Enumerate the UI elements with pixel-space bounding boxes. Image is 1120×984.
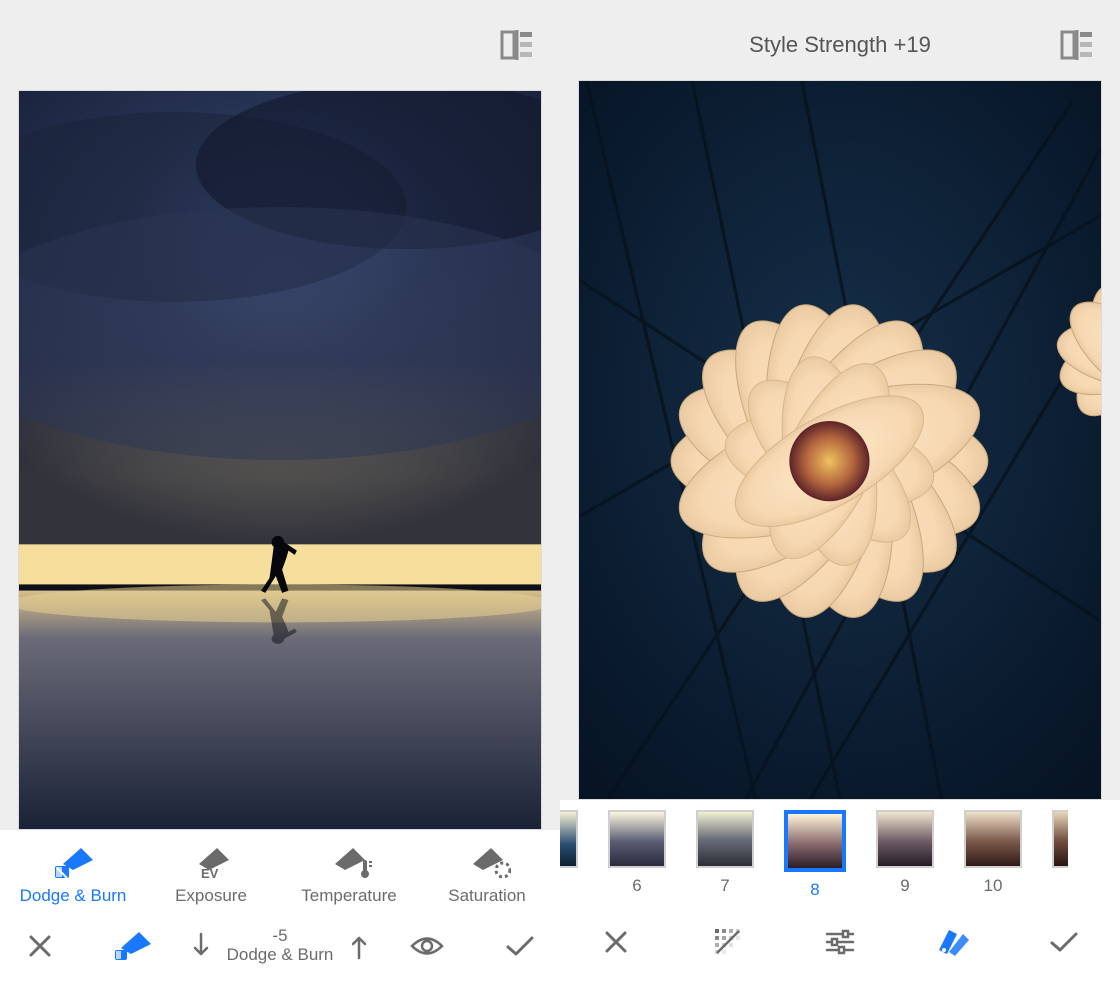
cancel-button[interactable] [580,914,652,970]
tool-label: Temperature [301,886,396,906]
style-thumb-label: 6 [632,876,641,896]
swatches-icon [935,928,969,956]
grid-fade-icon [713,927,743,957]
right-photo[interactable] [578,80,1102,800]
styles-button[interactable] [916,914,988,970]
apply-button[interactable] [484,918,556,974]
compare-icon[interactable] [500,30,534,60]
left-screen: Dodge & Burn EV Exposure [0,0,560,984]
check-icon [505,934,535,958]
brush-exposure-icon: EV [189,842,233,880]
tool-label: Dodge & Burn [20,886,127,906]
brush-temperature-icon [325,842,373,880]
right-topbar: Style Strength +19 [560,0,1120,90]
brush-tools-row: Dodge & Burn EV Exposure [0,830,560,914]
cancel-button[interactable] [4,918,76,974]
right-canvas-area [560,0,1120,800]
left-canvas-area [0,0,560,830]
style-thumb-8[interactable] [784,810,846,872]
style-thumb-label: 10 [984,876,1003,896]
parameter-label: Style Strength [749,32,887,57]
tool-dodge-burn[interactable]: Dodge & Burn [8,842,138,906]
sliders-icon [825,929,855,955]
style-thumb-partial[interactable] [1052,810,1068,868]
style-thumb-9[interactable] [876,810,934,868]
visibility-button[interactable] [391,918,463,974]
brush-strength-tool-label: Dodge & Burn [227,946,334,965]
tool-saturation[interactable]: Saturation [422,842,552,906]
style-thumbnails-row[interactable]: 6 7 8 9 10 [560,800,1120,904]
brush-strength-control[interactable]: -5 Dodge & Burn [191,927,370,964]
check-icon [1049,930,1079,954]
brush-strength-readout: -5 Dodge & Burn [227,927,334,964]
style-thumb-partial[interactable] [560,810,578,868]
style-thumb-6[interactable] [608,810,666,868]
right-action-row [560,904,1120,984]
parameter-value: +19 [893,32,930,57]
brush-tool-indicator-icon[interactable] [97,918,169,974]
left-action-row: -5 Dodge & Burn [0,914,560,984]
arrow-down-icon [191,932,211,960]
style-thumb-10[interactable] [964,810,1022,868]
right-bottom-panel: 6 7 8 9 10 [560,800,1120,984]
brush-saturation-icon [463,842,511,880]
left-bottom-panel: Dodge & Burn EV Exposure [0,830,560,984]
tool-label: Exposure [175,886,247,906]
tool-temperature[interactable]: Temperature [284,842,414,906]
eye-icon [410,935,444,957]
style-thumb-label: 9 [900,876,909,896]
right-screen: Style Strength +19 [560,0,1120,984]
style-thumb-label: 7 [720,876,729,896]
compare-icon[interactable] [1060,30,1094,60]
style-thumb-7[interactable] [696,810,754,868]
left-topbar [0,0,560,90]
adjust-button[interactable] [804,914,876,970]
arrow-up-icon [349,932,369,960]
mask-button[interactable] [692,914,764,970]
style-thumb-label: 8 [810,880,819,900]
tool-label: Saturation [448,886,526,906]
apply-button[interactable] [1028,914,1100,970]
brush-strength-value: -5 [272,927,287,946]
parameter-readout: Style Strength +19 [560,32,1120,58]
brush-dodge-burn-icon [51,842,95,880]
tool-exposure[interactable]: EV Exposure [146,842,276,906]
left-photo[interactable] [18,90,542,830]
svg-text:EV: EV [201,866,219,880]
